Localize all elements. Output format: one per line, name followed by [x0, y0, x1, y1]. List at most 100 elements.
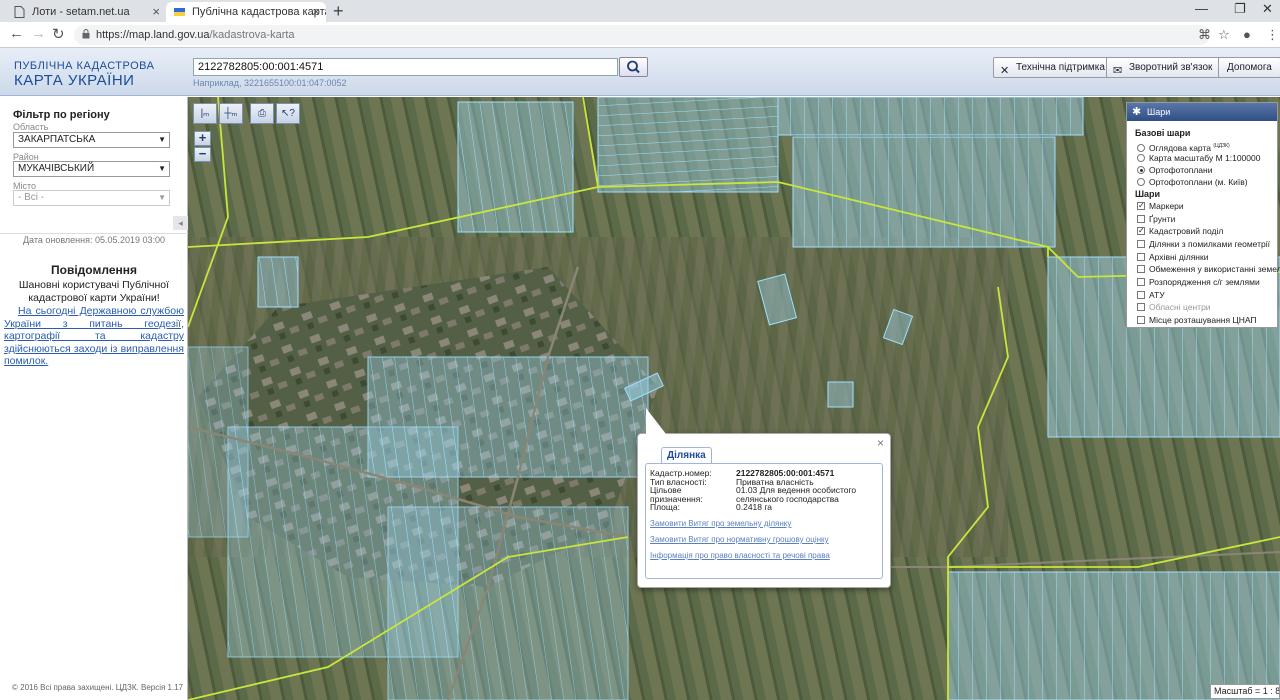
page-icon — [14, 6, 25, 18]
translate-icon[interactable]: ⌘ — [1198, 27, 1211, 43]
oblast-select[interactable]: ЗАКАРПАТСЬКА ▼ — [13, 132, 170, 148]
rayon-select[interactable]: МУКАЧІВСЬКИЙ ▼ — [13, 161, 170, 177]
order-extract-link[interactable]: Замовити Витяг про земельну ділянку — [650, 519, 791, 528]
chevron-down-icon: ▼ — [158, 135, 166, 144]
base-layer-100k[interactable]: Карта масштабу М 1:100000 — [1137, 152, 1260, 164]
tab-title: Публічна кадастрова карта Укр — [192, 6, 326, 18]
reload-icon[interactable]: ↻ — [52, 25, 65, 43]
feedback-label: Зворотний зв'язок — [1129, 62, 1213, 73]
checkbox-icon[interactable] — [1137, 225, 1145, 237]
print-button[interactable]: ⎙ — [250, 103, 274, 124]
layers-section-title: Шари — [1135, 189, 1161, 199]
maximize-icon[interactable]: ❐ — [1234, 1, 1246, 17]
order-valuation-link[interactable]: Замовити Витяг про нормативну грошову оц… — [650, 535, 829, 544]
zoom-out-button[interactable]: − — [194, 147, 211, 162]
forward-icon[interactable]: → — [31, 25, 46, 42]
lock-icon — [82, 29, 90, 39]
layer-cnap[interactable]: Місце розташування ЦНАП — [1137, 314, 1257, 326]
message-link[interactable]: На сьогодні Державною службою України з … — [4, 305, 184, 368]
checkbox-icon[interactable] — [1137, 316, 1145, 324]
city-value: - Всі - — [18, 192, 45, 203]
support-label: Технічна підтримка — [1016, 62, 1105, 73]
city-select[interactable]: - Всі - ▼ — [13, 190, 170, 206]
ownership-info-link[interactable]: Інформація про право власності та речові… — [650, 551, 830, 560]
close-icon[interactable]: × — [312, 2, 320, 22]
ruler-icon: |ₘ — [200, 108, 210, 119]
radio-icon[interactable] — [1137, 143, 1145, 152]
minimize-icon[interactable]: — — [1195, 1, 1208, 16]
support-button[interactable]: ✕ Технічна підтримка — [993, 57, 1114, 78]
layer-markers[interactable]: Маркери — [1137, 200, 1184, 212]
popup-body: Кадастр.номер: 2122782805:00:001:4571 Тип… — [645, 463, 883, 579]
layer-cadastral[interactable]: Кадастровий поділ — [1137, 225, 1223, 237]
layer-atu[interactable]: АТУ — [1137, 289, 1165, 301]
checkbox-icon[interactable] — [1137, 253, 1145, 261]
checkbox-icon[interactable] — [1137, 200, 1145, 212]
mail-icon: ✉ — [1113, 65, 1123, 77]
close-window-icon[interactable]: ✕ — [1262, 1, 1273, 17]
menu-icon[interactable]: ⋮ — [1266, 27, 1279, 43]
close-icon[interactable]: × — [152, 2, 160, 22]
base-layer-overview[interactable]: Оглядова карта (ЦДЗК) — [1137, 140, 1230, 153]
browser-tab-lots[interactable]: Лоти - setam.net.ua × — [6, 2, 166, 22]
logo-line1: ПУБЛІЧНА КАДАСТРОВА — [14, 60, 155, 72]
radio-icon[interactable] — [1137, 154, 1145, 162]
rayon-value: МУКАЧІВСЬКИЙ — [18, 163, 95, 174]
checkbox-icon[interactable] — [1137, 265, 1145, 273]
address-bar: ← → ↻ https://map.land.gov.ua/kadastrova… — [0, 22, 1280, 48]
checkbox-icon[interactable] — [1137, 291, 1145, 299]
cadastral-search-input[interactable]: 2122782805:00:001:4571 — [193, 58, 618, 76]
area-icon: ┼ₘ — [224, 108, 238, 119]
account-icon[interactable]: ● — [1243, 27, 1251, 42]
radio-icon[interactable] — [1137, 166, 1145, 174]
help-label: Допомога — [1227, 62, 1272, 73]
oblast-value: ЗАКАРПАТСЬКА — [18, 134, 96, 145]
search-button[interactable] — [619, 57, 648, 77]
checkbox-icon[interactable] — [1137, 215, 1145, 223]
info-button[interactable]: ↖? — [276, 103, 300, 124]
map-toolbar: |ₘ ┼ₘ ⎙ ↖? — [193, 103, 300, 124]
close-icon[interactable]: × — [877, 436, 884, 450]
tools-icon: ✕ — [1000, 65, 1010, 77]
update-date: Дата оновлення: 05.05.2019 03:00 — [0, 233, 188, 245]
url-field[interactable]: https://map.land.gov.ua/kadastrova-karta — [74, 25, 1210, 45]
layer-oblast-centers: Обласні центри — [1137, 301, 1211, 313]
collapse-panel-icon[interactable]: ◂ — [173, 216, 188, 230]
base-layer-ortho-kyiv[interactable]: Ортофотоплани (м. Київ) — [1137, 176, 1248, 188]
url-host: https://map.land.gov.ua — [96, 29, 210, 41]
measure-length-button[interactable]: |ₘ — [193, 103, 217, 124]
copyright: © 2016 Всі права захищені. ЦДЗК. Версія … — [12, 683, 184, 692]
layers-header[interactable]: ✱ Шари — [1127, 103, 1277, 121]
scale-indicator: Масштаб = 1 : 853 — [1210, 684, 1280, 699]
checkbox-icon[interactable] — [1137, 240, 1145, 248]
search-hint: Наприклад, 3221655100:01:047:0052 — [193, 78, 347, 88]
search-icon — [627, 60, 640, 74]
filter-title: Фільтр по регіону — [13, 109, 110, 121]
popup-pointer — [646, 408, 666, 434]
layer-agri-orders[interactable]: Розпорядження с/г землями — [1137, 276, 1260, 288]
star-icon[interactable]: ☆ — [1218, 27, 1230, 43]
feedback-button[interactable]: ✉ Зворотний зв'язок — [1106, 57, 1222, 78]
new-tab-icon[interactable]: + — [333, 1, 344, 22]
popup-tab-parcel[interactable]: Ділянка — [661, 447, 712, 463]
gear-icon: ✱ — [1132, 106, 1142, 118]
map-view[interactable] — [188, 97, 1280, 700]
radio-icon[interactable] — [1137, 178, 1145, 186]
back-icon[interactable]: ← — [9, 25, 24, 42]
layer-soils[interactable]: Ґрунти — [1137, 213, 1175, 225]
layer-geometry-errors[interactable]: Ділянки з помилками геометрії — [1137, 238, 1270, 250]
layer-restrictions[interactable]: Обмеження у використанні земель — [1137, 263, 1280, 275]
help-button[interactable]: Допомога — [1218, 57, 1280, 78]
site-header: ПУБЛІЧНА КАДАСТРОВА КАРТА УКРАЇНИ 212278… — [0, 48, 1280, 96]
layer-archive[interactable]: Архівні ділянки — [1137, 251, 1208, 263]
checkbox-icon[interactable] — [1137, 278, 1145, 286]
minus-icon: − — [198, 146, 207, 161]
base-layer-ortho[interactable]: Ортофотоплани — [1137, 164, 1212, 176]
zoom-in-button[interactable]: + — [194, 131, 211, 146]
measure-area-button[interactable]: ┼ₘ — [219, 103, 243, 124]
browser-tab-map[interactable]: Публічна кадастрова карта Укр × — [166, 2, 326, 22]
browser-tabbar: Лоти - setam.net.ua × Публічна кадастров… — [0, 0, 1280, 22]
logo-line2: КАРТА УКРАЇНИ — [14, 72, 135, 89]
flag-icon — [174, 8, 185, 16]
plus-icon: + — [198, 130, 207, 145]
